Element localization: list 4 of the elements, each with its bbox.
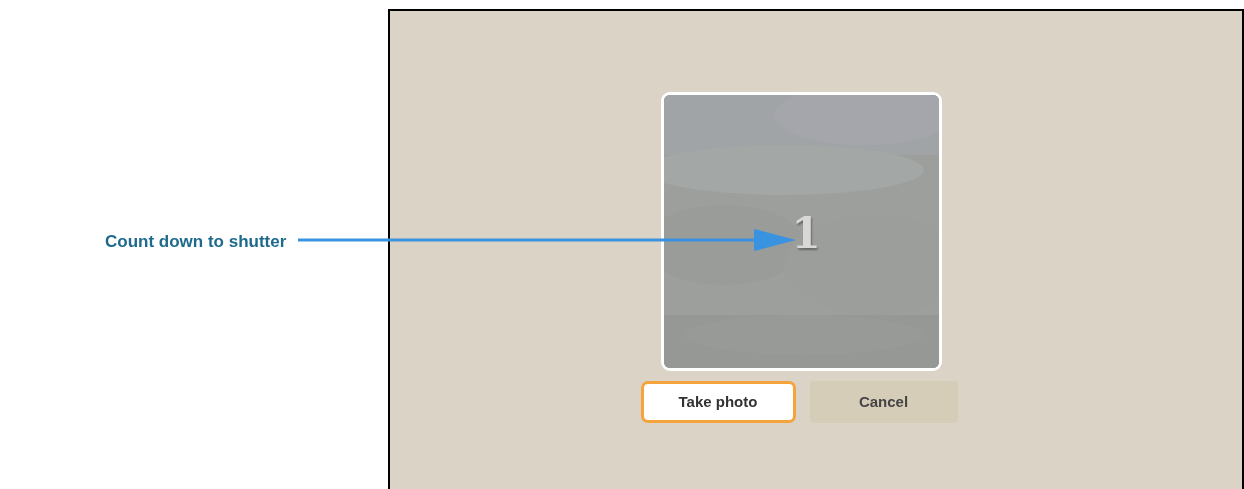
annotation-label: Count down to shutter [105,230,287,253]
take-photo-button[interactable]: Take photo [640,381,796,423]
cancel-button[interactable]: Cancel [809,381,958,423]
countdown-number: 1 [791,213,821,255]
